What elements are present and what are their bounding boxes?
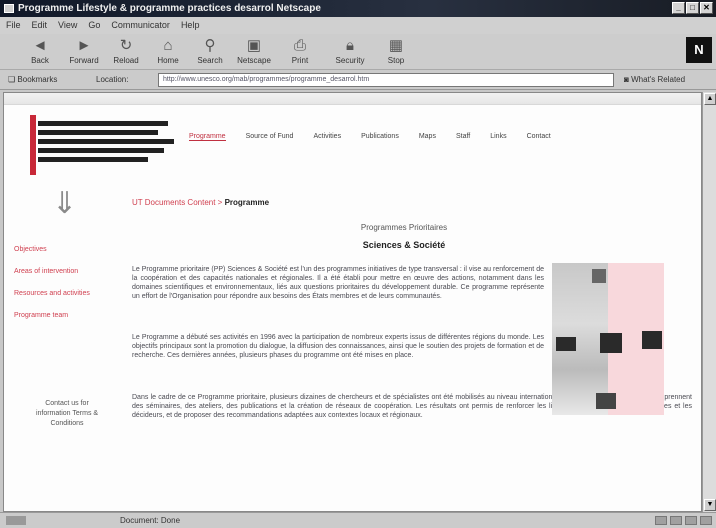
menu-view[interactable]: View: [58, 17, 77, 34]
page-viewport: Programme Source of Fund Activities Publ…: [3, 92, 702, 512]
netscape-button[interactable]: ▣ Netscape: [234, 36, 274, 68]
paragraph-2: Le Programme a débuté ses activités en 1…: [132, 334, 544, 359]
title-bar: Programme Lifestyle & programme practice…: [0, 0, 716, 17]
menu-edit[interactable]: Edit: [32, 17, 48, 34]
window-title: Programme Lifestyle & programme practice…: [18, 3, 321, 14]
composer-icon[interactable]: [700, 516, 712, 525]
paragraph-1: Le Programme prioritaire (PP) Sciences &…: [132, 266, 544, 300]
page-title: Sciences & Société: [362, 240, 446, 250]
search-button[interactable]: ⚲ Search: [190, 36, 230, 68]
netscape-icon: [4, 4, 14, 13]
related-icon: ◙: [624, 75, 632, 84]
maximize-button[interactable]: □: [686, 2, 699, 14]
reload-icon: ↻: [119, 37, 133, 54]
print-button[interactable]: ⎙ Print: [280, 36, 320, 68]
menu-file[interactable]: File: [6, 17, 21, 34]
bookmark-icon: ❏: [8, 75, 18, 84]
status-text: Document: Done: [120, 516, 181, 525]
location-label: Location:: [96, 75, 129, 84]
reload-button[interactable]: ↻ Reload: [106, 36, 146, 68]
discussion-icon[interactable]: [685, 516, 697, 525]
collage-image: [552, 263, 664, 415]
print-icon: ⎙: [293, 37, 306, 54]
nav-programme[interactable]: Programme: [189, 133, 226, 141]
vertical-scrollbar[interactable]: ▲ ▼: [702, 92, 716, 512]
location-bar: ❏ Bookmarks Location: http://www.unesco.…: [0, 70, 716, 90]
leftnav-areas[interactable]: Areas of intervention: [14, 261, 90, 283]
menu-go[interactable]: Go: [88, 17, 100, 34]
scroll-down-icon[interactable]: ▼: [704, 499, 716, 511]
security-status-icon[interactable]: [6, 516, 26, 525]
minimize-button[interactable]: _: [672, 2, 685, 14]
nav-staff[interactable]: Staff: [456, 133, 470, 141]
back-button[interactable]: ◄ Back: [20, 36, 60, 68]
menu-communicator[interactable]: Communicator: [111, 17, 170, 34]
down-arrow-icon: ⇓: [52, 187, 78, 220]
breadcrumb-current: Programme: [224, 198, 270, 207]
back-arrow-icon: ◄: [32, 37, 48, 54]
menu-help[interactable]: Help: [181, 17, 200, 34]
stop-button[interactable]: ▦ Stop: [376, 36, 416, 68]
url-input[interactable]: http://www.unesco.org/mab/programmes/pro…: [158, 73, 614, 87]
leftnav-resources[interactable]: Resources and activities: [14, 283, 90, 305]
breadcrumb: UT Documents Content > Programme: [132, 198, 269, 207]
component-bar: [655, 516, 712, 525]
top-nav: Programme Source of Fund Activities Publ…: [189, 133, 551, 141]
netscape-icon: ▣: [246, 37, 262, 54]
bookmarks-button[interactable]: ❏ Bookmarks: [8, 75, 57, 84]
page-top-strip: [4, 93, 701, 105]
home-icon: ⌂: [163, 37, 173, 54]
nav-maps[interactable]: Maps: [419, 133, 436, 141]
navigation-toolbar: ◄ Back ► Forward ↻ Reload ⌂ Home ⚲ Searc…: [0, 34, 716, 70]
window-controls: _ □ ✕: [672, 2, 713, 14]
search-icon: ⚲: [204, 37, 216, 54]
stop-icon: ▦: [388, 37, 404, 54]
forward-button[interactable]: ► Forward: [64, 36, 104, 68]
scroll-up-icon[interactable]: ▲: [704, 93, 716, 105]
logo-red-bar: [30, 115, 36, 175]
breadcrumb-link[interactable]: UT Documents Content >: [132, 198, 225, 207]
left-nav: Objectives Areas of intervention Resourc…: [14, 239, 90, 327]
whats-related-button[interactable]: ◙ What's Related: [624, 75, 685, 84]
leftnav-team[interactable]: Programme team: [14, 305, 90, 327]
status-bar: Document: Done: [0, 512, 716, 528]
nav-links[interactable]: Links: [490, 133, 506, 141]
nav-activities[interactable]: Activities: [313, 133, 341, 141]
close-button[interactable]: ✕: [700, 2, 713, 14]
home-button[interactable]: ⌂ Home: [148, 36, 188, 68]
mail-icon[interactable]: [670, 516, 682, 525]
security-button[interactable]: 🔒︎ Security: [330, 36, 370, 68]
page-subtitle: Programmes Prioritaires: [360, 223, 448, 232]
forward-arrow-icon: ►: [76, 37, 92, 54]
contact-note[interactable]: Contact us for information Terms & Condi…: [32, 399, 102, 429]
nav-source-of-fund[interactable]: Source of Fund: [246, 133, 294, 141]
nav-publications[interactable]: Publications: [361, 133, 399, 141]
menu-bar: File Edit View Go Communicator Help: [0, 17, 716, 34]
site-logo[interactable]: [24, 115, 174, 175]
nav-contact[interactable]: Contact: [527, 133, 551, 141]
netscape-throbber: N: [686, 37, 712, 63]
navigator-icon[interactable]: [655, 516, 667, 525]
lock-icon: 🔒︎: [346, 37, 354, 54]
leftnav-objectives[interactable]: Objectives: [14, 239, 90, 261]
